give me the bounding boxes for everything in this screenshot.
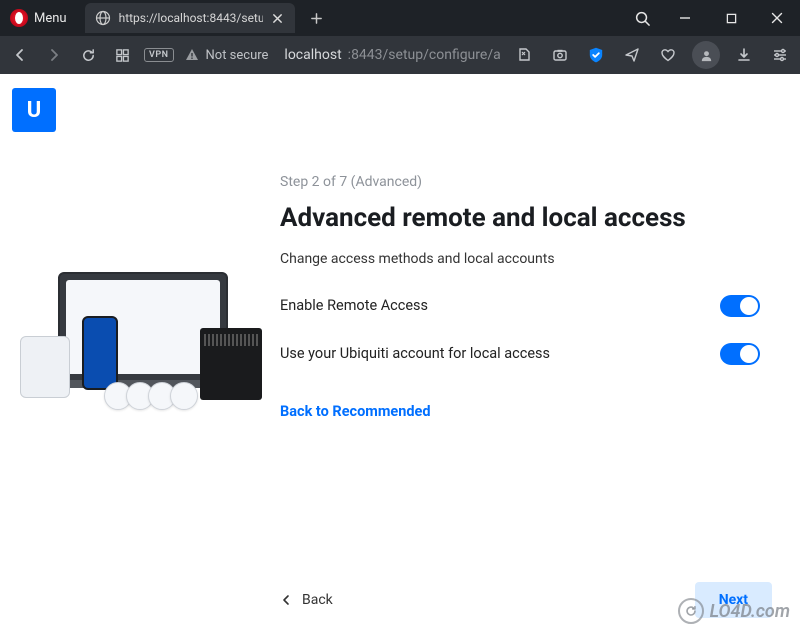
minimize-button[interactable] [662,0,708,36]
new-tab-button[interactable] [305,6,329,30]
chevron-left-icon [280,594,292,606]
phone-icon [82,316,118,390]
maximize-button[interactable] [708,0,754,36]
url-host: localhost [284,47,341,63]
rack-icon [200,328,262,400]
tabs-area: https://localhost:8443/setu [77,0,622,36]
settings-button[interactable] [768,43,792,67]
tab-title: https://localhost:8443/setu [119,11,263,25]
opera-logo-icon [10,9,28,27]
reload-button[interactable] [76,43,100,67]
vpn-badge[interactable]: VPN [144,48,174,62]
close-icon[interactable] [271,11,285,25]
toggle-row-remote: Enable Remote Access [280,295,760,317]
setup-footer: Back Next [280,582,772,618]
toggle-label: Enable Remote Access [280,297,428,314]
page-content: U Step 2 of 7 (Advanced) Advanced remote… [0,74,800,632]
search-button[interactable] [622,0,662,36]
next-button[interactable]: Next [695,582,772,618]
back-label: Back [302,592,333,608]
speeddial-button[interactable] [110,43,134,67]
warning-icon [184,47,200,63]
browser-toolbar: VPN Not secure localhost :8443/setup/conf… [0,36,800,74]
window-close-button[interactable] [754,0,800,36]
browser-chrome: Menu https://localhost:8443/setu [0,0,800,74]
security-label: Not secure [206,48,269,63]
back-button[interactable]: Back [280,592,333,608]
next-label: Next [719,592,748,608]
url-path: :8443/setup/configure/a [348,47,501,63]
send-button[interactable] [620,43,644,67]
title-bar: Menu https://localhost:8443/setu [0,0,800,36]
snapshot-button[interactable] [548,43,572,67]
ap-disc-icon [170,382,198,410]
security-indicator[interactable]: Not secure [184,47,269,63]
window-controls [622,0,800,36]
toggle-row-ubiquiti: Use your Ubiquiti account for local acce… [280,343,760,365]
devices-illustration [14,272,262,416]
back-to-recommended-link[interactable]: Back to Recommended [280,403,431,420]
setup-content: Step 2 of 7 (Advanced) Advanced remote a… [280,174,760,420]
profile-button[interactable] [692,41,720,69]
toggle-label: Use your Ubiquiti account for local acce… [280,345,550,362]
nav-back-button[interactable] [8,43,32,67]
menu-label: Menu [34,11,67,26]
gateway-icon [20,336,70,398]
globe-icon [95,10,111,26]
toolbar-right-tools [512,41,792,69]
page-title: Advanced remote and local access [280,202,760,235]
ubiquiti-account-toggle[interactable] [720,343,760,365]
step-label: Step 2 of 7 (Advanced) [280,174,760,190]
brand-logo[interactable]: U [12,88,56,132]
address-bar[interactable]: localhost :8443/setup/configure/a [278,47,502,63]
page-description: Change access methods and local accounts [280,251,760,267]
opera-menu-button[interactable]: Menu [0,0,77,36]
brand-letter: U [27,98,42,123]
heart-button[interactable] [656,43,680,67]
nav-forward-button[interactable] [42,43,66,67]
remote-access-toggle[interactable] [720,295,760,317]
downloads-button[interactable] [732,43,756,67]
bookmark-button[interactable] [512,43,536,67]
adblock-button[interactable] [584,43,608,67]
browser-tab[interactable]: https://localhost:8443/setu [85,3,295,33]
